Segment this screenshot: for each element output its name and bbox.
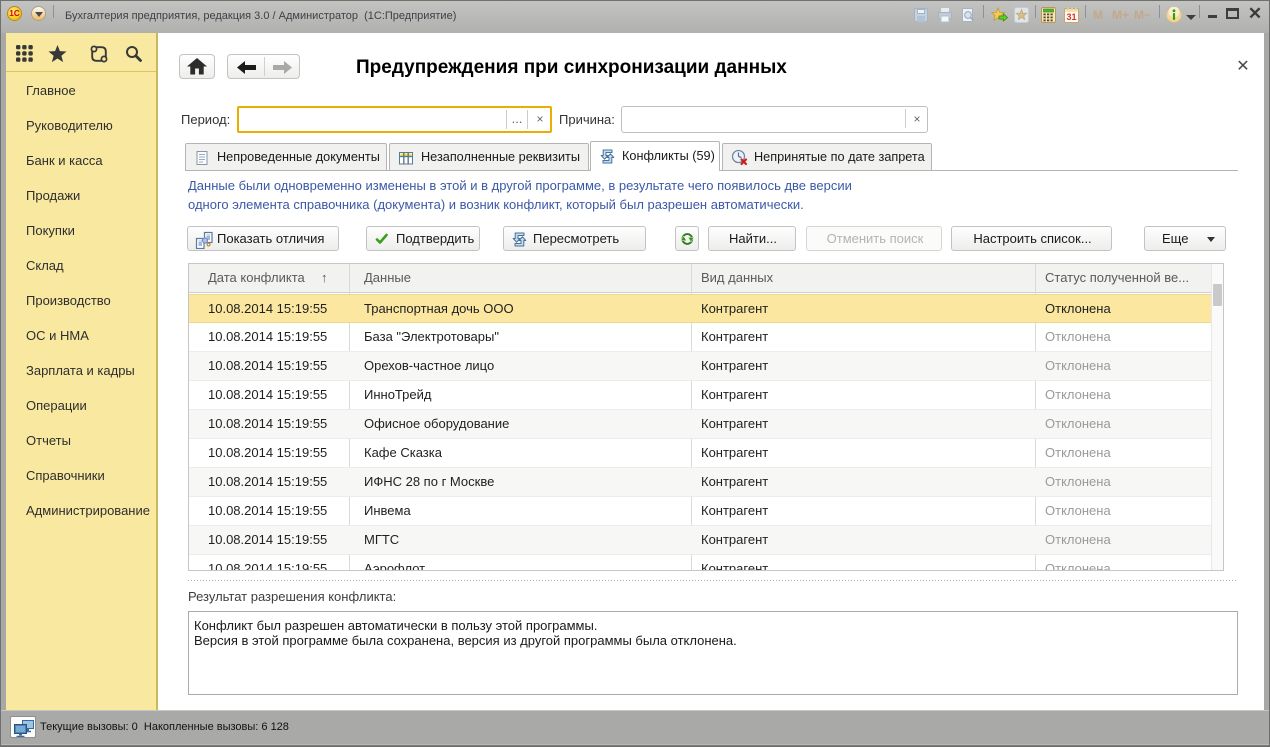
svg-text:31: 31	[1066, 12, 1076, 22]
